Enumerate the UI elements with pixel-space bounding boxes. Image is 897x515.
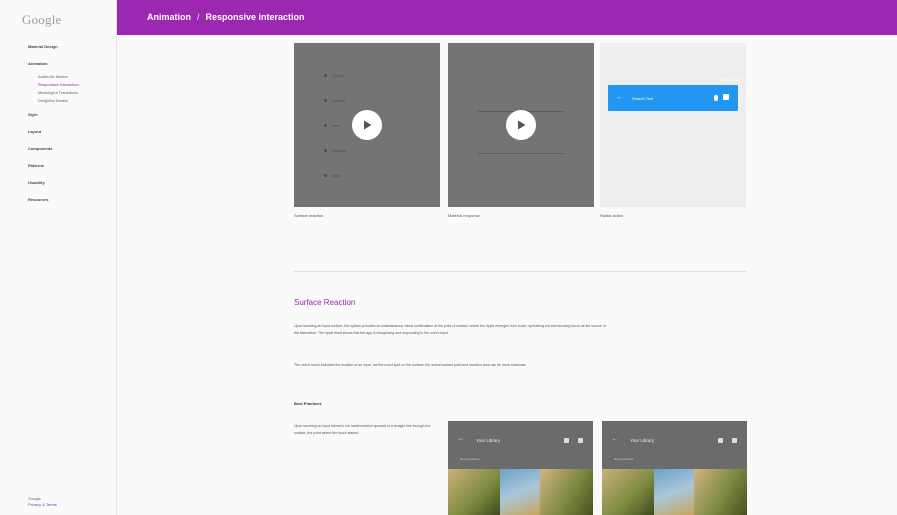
more-icon [732, 438, 737, 443]
main-content: Option Default Item Settings Help ← Sear… [117, 35, 897, 515]
sidebar-item-patterns[interactable]: Patterns [28, 163, 116, 180]
bullet-icon [324, 149, 327, 152]
photo-thumbnail [602, 469, 654, 515]
caption-material-response: Material response [448, 213, 480, 218]
sidebar-nav: Material Design Animation Authentic Moti… [28, 44, 116, 214]
photo-thumbnail [500, 469, 540, 515]
sidebar-item-components[interactable]: Components [28, 146, 116, 163]
list-item: Help [324, 173, 404, 179]
section-title: Surface Reaction [294, 298, 356, 307]
search-icon [564, 438, 569, 443]
example-screen-1[interactable]: ← Your Library Recent photos [448, 421, 593, 515]
sidebar-item-responsive-interaction[interactable]: Responsive Interaction [28, 82, 116, 90]
mic-icon [714, 95, 718, 101]
footer-privacy-link[interactable]: Privacy & Terms [28, 502, 57, 508]
sidebar-item-material-design[interactable]: Material Design [28, 44, 116, 61]
google-logo[interactable]: Google [22, 12, 61, 28]
back-arrow-icon: ← [616, 94, 623, 101]
sidebar-item-authentic-motion[interactable]: Authentic Motion [28, 74, 116, 82]
screen-title: Your Library [476, 438, 501, 443]
sidebar-item-resources[interactable]: Resources [28, 197, 116, 214]
section-divider [294, 271, 746, 272]
section-paragraph-2: The user's touch indicates the location … [294, 363, 527, 367]
list-item: Option [324, 73, 404, 79]
radial-action-image[interactable]: ← Search Text ▼ ▮ 12:30 [600, 43, 746, 207]
breadcrumb-section[interactable]: Animation [147, 12, 191, 22]
screen-title: Your Library [630, 438, 655, 443]
best-practices-paragraph: Upon touching an input element, ink radi… [294, 424, 431, 435]
page-header: Animation / Responsive interaction [117, 0, 897, 35]
breadcrumb-page: Responsive interaction [205, 12, 305, 22]
play-icon[interactable] [506, 110, 536, 140]
sidebar-item-layout[interactable]: Layout [28, 129, 116, 146]
play-icon[interactable] [352, 110, 382, 140]
bullet-icon [324, 99, 327, 102]
breadcrumb-separator: / [197, 12, 200, 22]
sidebar-item-usability[interactable]: Usability [28, 180, 116, 197]
sidebar-footer: Google Privacy & Terms [28, 496, 57, 508]
sidebar-item-delightful-details[interactable]: Delightful Details [28, 98, 116, 112]
more-icon [578, 438, 583, 443]
divider-line [478, 153, 564, 154]
bullet-icon [324, 174, 327, 177]
sidebar-item-meaningful-transitions[interactable]: Meaningful Transitions [28, 90, 116, 98]
sidebar-item-animation[interactable]: Animation [28, 61, 116, 74]
photo-thumbnail [694, 469, 747, 515]
photo-thumbnail [448, 469, 500, 515]
example-screen-2[interactable]: ← Your Library Recent photos [602, 421, 747, 515]
bullet-icon [324, 124, 327, 127]
back-arrow-icon: ← [612, 436, 618, 442]
photo-thumbnail [654, 469, 694, 515]
sidebar: Google Material Design Animation Authent… [0, 0, 117, 515]
status-bar: ▼ ▮ 12:30 [721, 77, 740, 82]
search-label: Search Text [632, 96, 654, 101]
photo-thumbnail [540, 469, 593, 515]
caption-radial-action: Radial action [600, 213, 624, 218]
section-paragraph-1: Upon touching an input surface, the syst… [294, 324, 606, 335]
caption-surface-reaction: Surface reaction [294, 213, 324, 218]
list-item: Settings [324, 148, 404, 154]
breadcrumb: Animation / Responsive interaction [147, 12, 305, 22]
best-practices-heading: Best Practices [294, 401, 322, 406]
surface-reaction-video[interactable]: Option Default Item Settings Help [294, 43, 440, 207]
search-icon [718, 438, 723, 443]
screen-subtitle: Recent photos [614, 457, 634, 461]
search-toolbar: ← Search Text [608, 85, 738, 111]
bullet-icon [324, 74, 327, 77]
sidebar-item-style[interactable]: Style [28, 112, 116, 129]
screen-subtitle: Recent photos [460, 457, 480, 461]
more-icon [723, 94, 729, 100]
list-item: Default [324, 98, 404, 104]
material-response-video[interactable] [448, 43, 594, 207]
back-arrow-icon: ← [458, 436, 464, 442]
